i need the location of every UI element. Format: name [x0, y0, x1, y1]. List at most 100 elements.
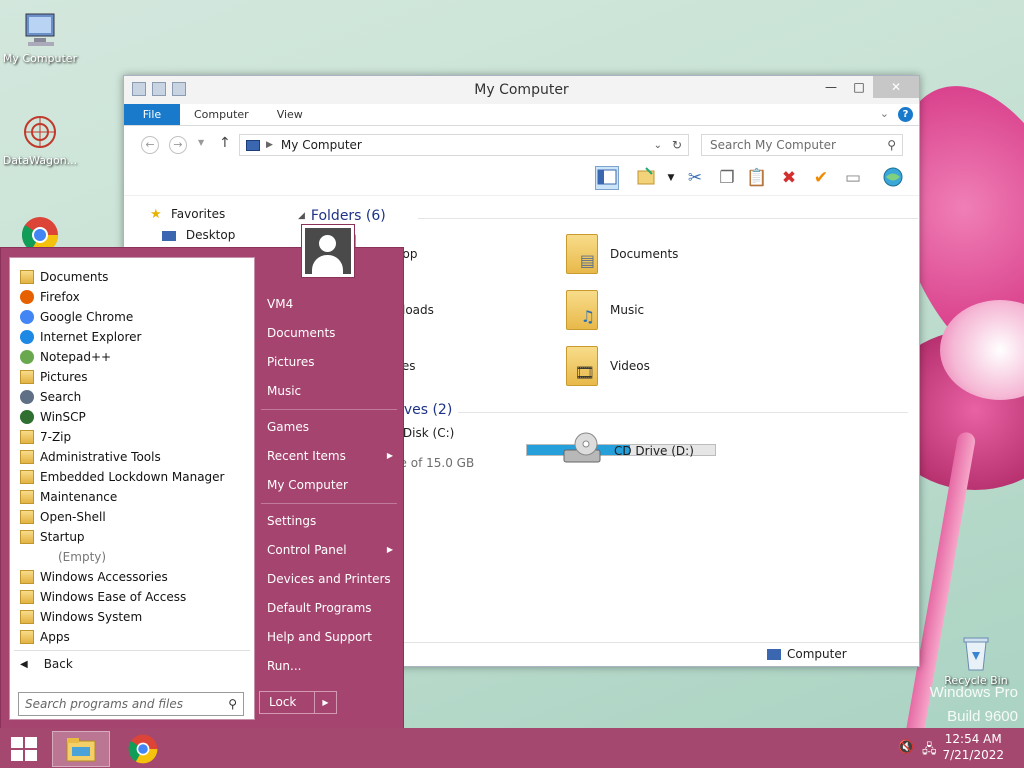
tab-file[interactable]: File — [124, 104, 180, 125]
network-icon[interactable]: 🖧 — [922, 740, 937, 762]
chrome-icon — [20, 310, 34, 324]
user-avatar[interactable] — [301, 224, 355, 278]
close-button[interactable]: ✕ — [873, 76, 919, 98]
drive-d[interactable]: CD Drive (D:) — [562, 432, 694, 469]
address-row: ← → ▼ ↑ ▶ My Computer ⌄ ↻ Search My Comp… — [124, 126, 919, 160]
clock[interactable]: 12:54 AM 7/21/2022 — [942, 731, 1004, 763]
start-program-item[interactable]: Search — [20, 387, 81, 407]
title-bar[interactable]: My Computer — □ ✕ — [124, 76, 919, 104]
folder-videos[interactable]: 🎞 Videos — [566, 346, 650, 386]
start-program-item[interactable]: Embedded Lockdown Manager — [20, 467, 224, 487]
breadcrumb-my-computer[interactable]: My Computer — [281, 138, 362, 152]
up-arrow-icon[interactable]: ↑ — [219, 135, 231, 151]
taskbar-file-explorer[interactable] — [52, 731, 110, 767]
maximize-button[interactable]: □ — [845, 76, 873, 98]
start-button[interactable] — [11, 737, 37, 761]
help-button[interactable]: ? — [898, 107, 913, 122]
network-globe-icon[interactable] — [881, 166, 905, 190]
chrome-icon — [128, 734, 158, 764]
start-program-item[interactable]: Maintenance — [20, 487, 117, 507]
start-right-item[interactable]: Recent Items ▶ — [267, 445, 397, 467]
build-watermark: Build 9600 — [947, 708, 1018, 725]
folder-icon — [20, 590, 34, 604]
start-program-item[interactable]: Windows System — [20, 607, 142, 627]
start-search-input[interactable]: Search programs and files ⚲ — [18, 692, 244, 716]
breadcrumb-separator-icon[interactable]: ▶ — [266, 140, 273, 150]
start-program-item[interactable]: Apps — [20, 627, 70, 647]
nav-favorites[interactable]: ★ Favorites — [124, 204, 294, 225]
datawagon-icon — [20, 112, 60, 152]
start-program-item[interactable]: Administrative Tools — [20, 447, 161, 467]
start-right-item[interactable]: Help and Support — [267, 626, 397, 648]
start-program-item[interactable]: Internet Explorer — [20, 327, 141, 347]
search-input[interactable]: Search My Computer ⚲ — [701, 134, 903, 156]
submenu-arrow-icon: ▶ — [386, 451, 393, 460]
minimize-button[interactable]: — — [817, 76, 845, 98]
start-program-item[interactable]: Documents — [20, 267, 108, 287]
start-right-item[interactable]: Default Programs — [267, 597, 397, 619]
computer-icon — [246, 139, 260, 151]
tab-computer[interactable]: Computer — [180, 104, 263, 125]
start-program-item[interactable]: Windows Ease of Access — [20, 587, 186, 607]
organize-icon[interactable] — [635, 166, 659, 190]
folders-group-header[interactable]: ◢ Folders (6) — [298, 208, 918, 224]
ie-icon — [20, 330, 34, 344]
start-right-item[interactable]: Games — [267, 416, 397, 438]
start-program-item[interactable]: Startup — [20, 527, 85, 547]
desktop-icon-recycle-bin[interactable]: Recycle Bin — [936, 632, 1016, 687]
start-right-item[interactable]: VM4 — [267, 293, 397, 315]
start-program-item[interactable]: WinSCP — [20, 407, 86, 427]
start-program-item[interactable]: Notepad++ — [20, 347, 111, 367]
collapse-triangle-icon[interactable]: ◢ — [298, 211, 305, 221]
delete-icon[interactable]: ✖ — [777, 166, 801, 190]
cut-icon[interactable]: ✂ — [683, 166, 707, 190]
back-button[interactable]: ◀ Back — [20, 657, 73, 671]
recent-locations-icon[interactable]: ▼ — [198, 138, 204, 147]
folder-documents[interactable]: ▤ Documents — [566, 234, 678, 274]
start-program-item[interactable]: Firefox — [20, 287, 80, 307]
back-arrow-icon[interactable]: ← — [141, 136, 159, 154]
start-program-item[interactable]: Open-Shell — [20, 507, 106, 527]
start-right-item[interactable]: Pictures — [267, 351, 397, 373]
lock-options-arrow-icon[interactable]: ▶ — [314, 692, 336, 713]
folder-icon — [20, 530, 34, 544]
copy-icon[interactable]: ❐ — [715, 166, 739, 190]
computer-icon — [20, 10, 60, 50]
desktop-icon-my-computer[interactable]: My Computer — [0, 10, 80, 65]
folder-icon — [20, 490, 34, 504]
start-right-item[interactable]: Control Panel ▶ — [267, 539, 397, 561]
desktop-icon-datawagon[interactable]: DataWagon... — [0, 112, 80, 167]
refresh-icon[interactable]: ↻ — [672, 138, 682, 152]
address-bar[interactable]: ▶ My Computer ⌄ ↻ — [239, 134, 689, 156]
rename-check-icon[interactable]: ✔ — [809, 166, 833, 190]
forward-arrow-icon[interactable]: → — [169, 136, 187, 154]
lock-button[interactable]: Lock ▶ — [259, 691, 337, 714]
navigation-pane-icon[interactable] — [595, 166, 619, 190]
start-program-item[interactable]: 7-Zip — [20, 427, 71, 447]
start-right-item[interactable]: Music — [267, 380, 397, 402]
search-icon[interactable]: ⚲ — [887, 135, 896, 155]
folder-music[interactable]: ♫ Music — [566, 290, 644, 330]
properties-icon[interactable]: ▭ — [841, 166, 865, 190]
volume-muted-icon[interactable]: 🔇 — [898, 740, 914, 755]
address-dropdown-icon[interactable]: ⌄ — [654, 140, 662, 151]
command-toolbar: ▼ ✂ ❐ 📋 ✖ ✔ ▭ — [124, 160, 919, 196]
paste-icon[interactable]: 📋 — [745, 166, 769, 190]
start-right-item[interactable]: My Computer — [267, 474, 397, 496]
firefox-icon — [20, 290, 34, 304]
expand-ribbon-icon[interactable]: ⌄ — [880, 107, 889, 120]
start-right-item[interactable]: Run... — [267, 655, 397, 677]
start-right-item[interactable]: Devices and Printers — [267, 568, 397, 590]
start-program-item[interactable]: Google Chrome — [20, 307, 133, 327]
start-right-item[interactable]: Settings — [267, 510, 397, 532]
nav-desktop[interactable]: Desktop — [124, 225, 294, 246]
start-program-item[interactable]: Pictures — [20, 367, 88, 387]
window-title: My Computer — [474, 82, 569, 98]
group-divider — [418, 218, 918, 219]
start-right-item[interactable]: Documents — [267, 322, 397, 344]
computer-icon — [767, 648, 781, 660]
tab-view[interactable]: View — [263, 104, 317, 125]
organize-dropdown-icon[interactable]: ▼ — [659, 166, 683, 190]
start-program-item[interactable]: Windows Accessories — [20, 567, 168, 587]
taskbar-chrome[interactable] — [114, 731, 172, 767]
